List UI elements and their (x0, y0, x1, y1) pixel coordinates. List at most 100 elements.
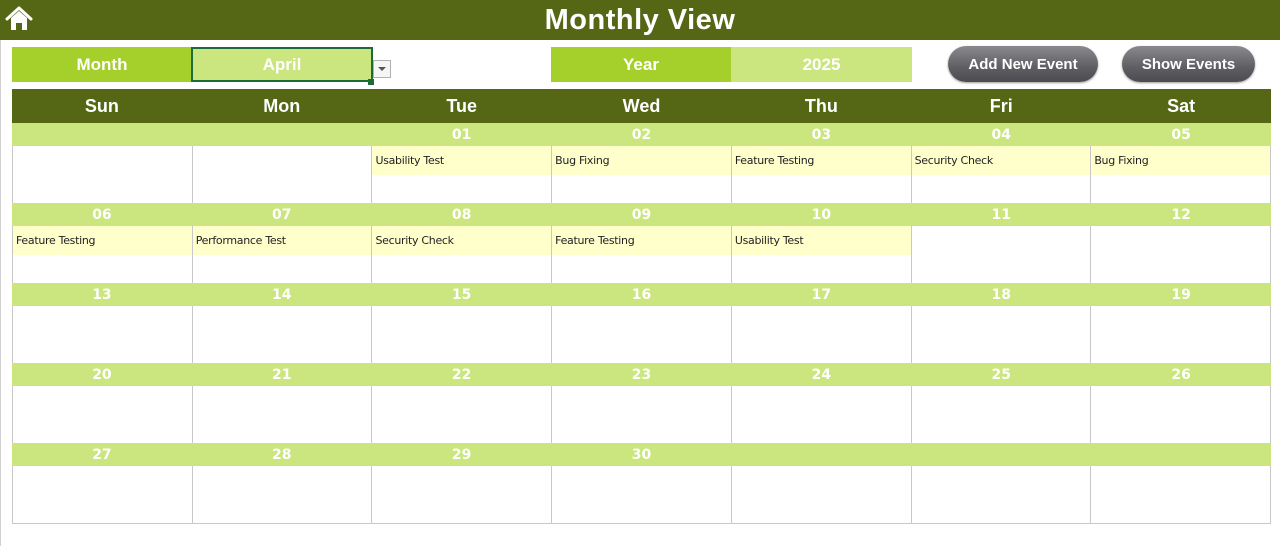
week-row: 13 14 15 16 17 18 19 (12, 283, 1272, 363)
day-number: 29 (451, 446, 472, 463)
day-cell[interactable]: Bug Fixing (1090, 146, 1272, 203)
week-row: 20 21 22 23 24 25 26 (12, 363, 1272, 443)
day-cell[interactable]: Security Check (371, 226, 552, 283)
day-cell[interactable]: Security Check (910, 146, 1091, 203)
day-cell[interactable] (1090, 386, 1272, 443)
weekday-sat: Sat (1167, 95, 1196, 116)
event-item[interactable]: Feature Testing (731, 146, 911, 175)
day-cell[interactable] (1090, 306, 1272, 363)
day-cell[interactable] (371, 306, 552, 363)
day-number: 24 (811, 366, 832, 383)
weekday-mon: Mon (263, 95, 301, 116)
day-cell[interactable] (12, 146, 192, 203)
day-number: 25 (991, 366, 1011, 383)
day-cell[interactable] (191, 306, 372, 363)
day-cell[interactable] (551, 386, 731, 443)
day-cell[interactable] (12, 306, 192, 363)
month-dropdown-button[interactable] (373, 60, 391, 78)
day-cell[interactable]: Feature Testing (12, 226, 192, 283)
day-number: 20 (92, 366, 112, 383)
day-cells: Feature Testing Performance Test Security … (12, 226, 1272, 283)
day-cell[interactable]: Feature Testing (551, 226, 731, 283)
day-cell[interactable] (910, 386, 1091, 443)
day-number: 01 (451, 126, 472, 143)
day-cell[interactable] (12, 386, 192, 443)
day-cell[interactable] (910, 226, 1091, 283)
weekday-tue: Tue (446, 95, 477, 116)
event-item[interactable]: Feature Testing (13, 226, 192, 255)
day-cells (12, 306, 1272, 363)
day-cell[interactable]: Usability Test (730, 226, 911, 283)
day-cell[interactable]: Performance Test (191, 226, 372, 283)
home-icon[interactable] (5, 5, 33, 33)
year-label: Year (551, 47, 731, 82)
week-row: 27 28 29 30 (12, 443, 1272, 523)
day-number: 04 (991, 126, 1011, 143)
day-cells (12, 466, 1272, 523)
day-number (12, 123, 192, 146)
day-number: 08 (451, 206, 472, 223)
year-input[interactable]: 2025 (731, 47, 912, 82)
day-cell[interactable] (371, 466, 552, 523)
day-number: 14 (272, 286, 292, 303)
day-number: 09 (631, 206, 652, 223)
event-item[interactable]: Usability Test (731, 226, 911, 255)
event-item[interactable]: Feature Testing (552, 226, 731, 255)
sheet-left-edge (0, 0, 1, 546)
date-band: 27 28 29 30 (12, 443, 1271, 466)
chevron-down-icon (378, 67, 386, 71)
day-cell[interactable] (12, 466, 192, 523)
week-row: 06 07 08 09 10 11 12 Feature Testing Performance… (12, 203, 1272, 283)
day-cell[interactable] (551, 306, 731, 363)
day-number: 18 (991, 286, 1011, 303)
day-cell[interactable] (551, 466, 731, 523)
day-number (1091, 443, 1271, 466)
day-number: 12 (1171, 206, 1191, 223)
event-item[interactable]: Bug Fixing (1091, 146, 1271, 175)
day-number: 02 (631, 126, 652, 143)
day-cell[interactable] (730, 466, 911, 523)
grid-bottom-border (12, 523, 1271, 524)
day-number: 13 (92, 286, 112, 303)
day-number (911, 443, 1091, 466)
event-item[interactable]: Performance Test (192, 226, 372, 255)
day-cell[interactable] (910, 466, 1091, 523)
weekday-wed: Wed (622, 95, 661, 116)
day-cell[interactable]: Usability Test (371, 146, 552, 203)
day-number (192, 123, 372, 146)
day-number: 03 (811, 126, 832, 143)
event-item[interactable]: Security Check (372, 226, 552, 255)
day-cell[interactable] (191, 466, 372, 523)
month-select[interactable]: April (191, 47, 373, 82)
show-events-button[interactable]: Show Events (1122, 46, 1255, 82)
weekday-sun: Sun (84, 95, 119, 116)
day-cell[interactable] (1090, 226, 1272, 283)
day-number: 15 (451, 286, 472, 303)
event-item[interactable]: Security Check (911, 146, 1091, 175)
day-number: 07 (272, 206, 292, 223)
day-cells (12, 386, 1272, 443)
page-title: Monthly View (544, 3, 736, 36)
day-cell[interactable]: Feature Testing (730, 146, 911, 203)
day-cell[interactable] (910, 306, 1091, 363)
add-new-event-button[interactable]: Add New Event (948, 46, 1098, 82)
day-number: 16 (631, 286, 652, 303)
cell-fill-handle[interactable] (368, 79, 374, 85)
day-cell[interactable]: Bug Fixing (551, 146, 731, 203)
day-cell[interactable] (730, 386, 911, 443)
day-cell[interactable] (371, 386, 552, 443)
day-cell[interactable] (730, 306, 911, 363)
day-cell[interactable] (1090, 466, 1272, 523)
day-number: 26 (1171, 366, 1191, 383)
day-number: 17 (811, 286, 832, 303)
day-number (731, 443, 911, 466)
day-number: 27 (92, 446, 112, 463)
event-item[interactable]: Bug Fixing (552, 146, 731, 175)
day-number: 10 (811, 206, 832, 223)
day-cell[interactable] (191, 386, 372, 443)
week-row: 01 02 03 04 05 Usability Test Bug Fixing Featur… (12, 123, 1272, 203)
day-number: 21 (272, 366, 292, 383)
event-item[interactable]: Usability Test (372, 146, 552, 175)
date-band: 01 02 03 04 05 (12, 123, 1271, 146)
day-cell[interactable] (191, 146, 372, 203)
